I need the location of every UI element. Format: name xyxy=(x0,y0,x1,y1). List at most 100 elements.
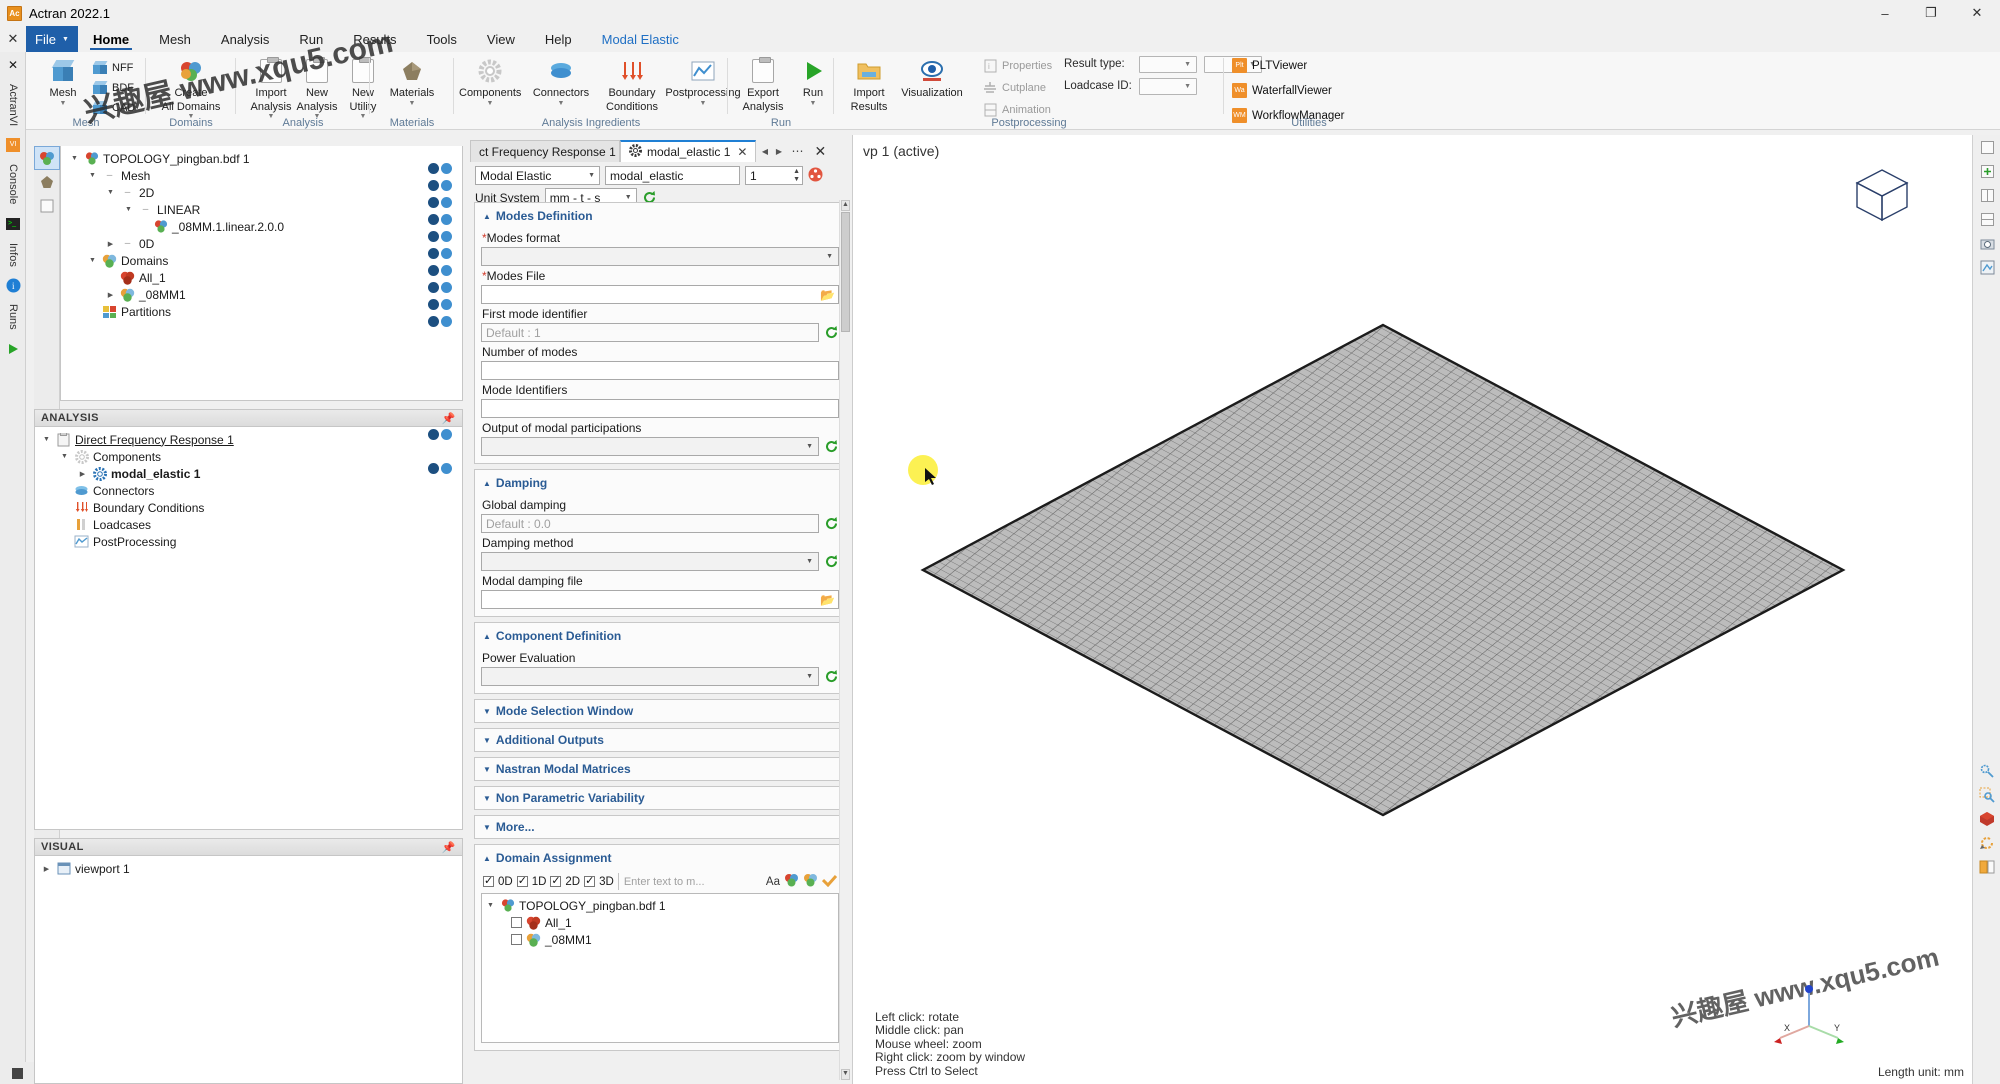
section-damping-header[interactable]: ▲ Damping xyxy=(481,474,839,495)
visibility-toggle[interactable] xyxy=(428,160,458,177)
chevron-down-icon[interactable]: ▼ xyxy=(483,823,491,832)
mode-identifiers-input[interactable] xyxy=(481,399,839,418)
chevron-down-icon[interactable]: ▼ xyxy=(69,155,80,162)
domain-checkbox-all-1[interactable] xyxy=(511,917,522,928)
rail-item-console[interactable]: Console xyxy=(0,156,26,212)
component-color-icon[interactable] xyxy=(808,167,823,185)
visibility-toggle[interactable] xyxy=(428,460,458,477)
visibility-toggle[interactable] xyxy=(428,279,458,296)
chevron-down-icon[interactable]: ▼ xyxy=(123,206,134,213)
info-icon[interactable]: i xyxy=(0,274,26,296)
maximize-button[interactable]: ❐ xyxy=(1908,0,1954,26)
status-icon[interactable] xyxy=(11,1067,24,1080)
tab-file[interactable]: File ▼ xyxy=(26,26,78,52)
viewport-3d[interactable]: vp 1 (active) 兴趣屋 www.xqu5.com Left clic… xyxy=(852,135,1972,1084)
mesh-plate[interactable] xyxy=(883,305,1883,845)
filter-checkbox-2d[interactable] xyxy=(550,874,562,887)
connectors-button[interactable]: Connectors ▼ xyxy=(530,56,592,107)
filter-checkbox-1d[interactable] xyxy=(516,874,528,887)
component-name-input[interactable]: modal_elastic xyxy=(605,166,740,185)
visibility-dot-light[interactable] xyxy=(441,265,452,276)
visibility-dot-dark[interactable] xyxy=(428,299,439,310)
chevron-right-icon[interactable]: ▶ xyxy=(41,865,52,873)
snapshot-icon[interactable] xyxy=(1973,231,2000,255)
first-mode-identifier-input[interactable]: Default : 1 xyxy=(481,323,819,342)
section-additional-outputs[interactable]: ▼ Additional Outputs xyxy=(474,728,846,752)
tree-item-components[interactable]: ▼ Components xyxy=(39,448,462,465)
refresh-icon[interactable] xyxy=(824,669,839,684)
match-case-button[interactable]: Aa xyxy=(766,876,780,888)
visibility-dot-dark[interactable] xyxy=(428,316,439,327)
orientation-cube-icon[interactable] xyxy=(1852,165,1912,225)
refresh-icon[interactable] xyxy=(824,554,839,569)
tree-item-08mm1[interactable]: ▶ _08MM1 xyxy=(65,286,462,303)
visibility-dot-light[interactable] xyxy=(441,282,452,293)
refresh-icon[interactable] xyxy=(824,325,839,340)
deselect-domains-icon[interactable] xyxy=(803,873,818,890)
section-component-definition-header[interactable]: ▲ Component Definition xyxy=(481,627,839,648)
pin-icon[interactable]: 📌 xyxy=(442,412,456,425)
clip-view-icon[interactable] xyxy=(1973,855,2000,879)
visibility-dot-light[interactable] xyxy=(441,316,452,327)
visibility-dot-dark[interactable] xyxy=(428,265,439,276)
import-results-button[interactable]: Import Results xyxy=(838,56,900,113)
damping-method-select[interactable]: ▼ xyxy=(481,552,819,571)
chevron-down-icon[interactable]: ▼ xyxy=(485,902,496,909)
tree-item-linear[interactable]: ▼ – LINEAR xyxy=(65,201,462,218)
boundary-conditions-button[interactable]: Boundary Conditions xyxy=(601,56,663,113)
tree-item-modal-elastic[interactable]: ▶ modal_elastic 1 xyxy=(39,465,462,482)
waterfallviewer-button[interactable]: Wa WaterfallViewer xyxy=(1232,83,1332,98)
components-button[interactable]: Components ▼ xyxy=(459,56,521,107)
global-damping-input[interactable]: Default : 0.0 xyxy=(481,514,819,533)
tree-item-topology-root[interactable]: ▼ TOPOLOGY_pingban.bdf 1 xyxy=(65,150,462,167)
domain-search-input[interactable]: Enter text to m... xyxy=(617,873,762,890)
folder-icon[interactable]: 📂 xyxy=(820,288,835,302)
nff-button[interactable]: NFF xyxy=(92,60,133,76)
visibility-dot-dark[interactable] xyxy=(428,180,439,191)
tree-item-direct-frequency-response[interactable]: ▼ Direct Frequency Response 1 xyxy=(39,431,462,448)
chevron-up-icon[interactable]: ▲ xyxy=(483,632,491,641)
select-domains-icon[interactable] xyxy=(784,873,799,890)
visibility-toggle[interactable] xyxy=(428,211,458,228)
close-icon[interactable]: ✕ xyxy=(737,145,747,159)
console-icon[interactable]: >_ xyxy=(0,213,26,235)
tree-item-mesh-instance[interactable]: _08MM.1.linear.2.0.0 xyxy=(65,218,462,235)
rail-close-icon[interactable]: ✕ xyxy=(0,54,26,76)
tree-item-viewport-1[interactable]: ▶ viewport 1 xyxy=(39,860,462,877)
visibility-toggle[interactable] xyxy=(428,228,458,245)
section-mode-selection-window[interactable]: ▼ Mode Selection Window xyxy=(474,699,846,723)
chevron-down-icon[interactable]: ▼ xyxy=(483,707,491,716)
rail-item-infos[interactable]: Infos xyxy=(0,235,26,275)
domain-tree-item-root[interactable]: ▼ TOPOLOGY_pingban.bdf 1 xyxy=(485,897,835,914)
visibility-toggle[interactable] xyxy=(428,177,458,194)
visibility-toggle[interactable] xyxy=(428,313,458,330)
tab-home[interactable]: Home xyxy=(78,26,144,52)
chevron-down-icon[interactable]: ▼ xyxy=(483,736,491,745)
refresh-icon[interactable] xyxy=(824,516,839,531)
visibility-dot-dark[interactable] xyxy=(428,248,439,259)
close-button[interactable]: ✕ xyxy=(1954,0,2000,26)
filter-checkbox-0d[interactable] xyxy=(483,874,494,887)
chevron-up-icon[interactable]: ▲ xyxy=(483,854,491,863)
chevron-down-icon[interactable]: ▼ xyxy=(459,100,521,107)
tab-mesh[interactable]: Mesh xyxy=(144,26,206,52)
chevron-down-icon[interactable]: ▼ xyxy=(87,257,98,264)
fit-view-icon[interactable] xyxy=(1973,759,2000,783)
section-modes-definition-header[interactable]: ▲ Modes Definition xyxy=(481,207,839,228)
domain-tree-item-all-1[interactable]: All_1 xyxy=(485,914,835,931)
chevron-right-icon[interactable]: ▶ xyxy=(105,291,116,299)
visualization-button[interactable]: Visualization xyxy=(892,56,972,100)
visibility-dot-dark[interactable] xyxy=(428,231,439,242)
pin-icon[interactable]: 📌 xyxy=(442,841,456,854)
visibility-dot-light[interactable] xyxy=(441,214,452,225)
visibility-dot-light[interactable] xyxy=(441,299,452,310)
scroll-up-arrow[interactable]: ▲ xyxy=(841,200,850,211)
modes-file-input[interactable]: 📂 xyxy=(481,285,839,304)
editor-form-scroll-area[interactable]: ▲ Modes Definition *Modes format ▼ *Mode… xyxy=(474,202,846,1080)
topology-view-button[interactable] xyxy=(34,146,60,170)
editor-close-button[interactable]: ✕ xyxy=(810,143,830,160)
section-mode-selection-window-header[interactable]: ▼ Mode Selection Window xyxy=(481,703,839,719)
visibility-dot-light[interactable] xyxy=(441,463,452,474)
tab-prev-button[interactable]: ◀ xyxy=(758,147,771,156)
loadcase-id-select[interactable]: ▼ xyxy=(1139,78,1197,95)
